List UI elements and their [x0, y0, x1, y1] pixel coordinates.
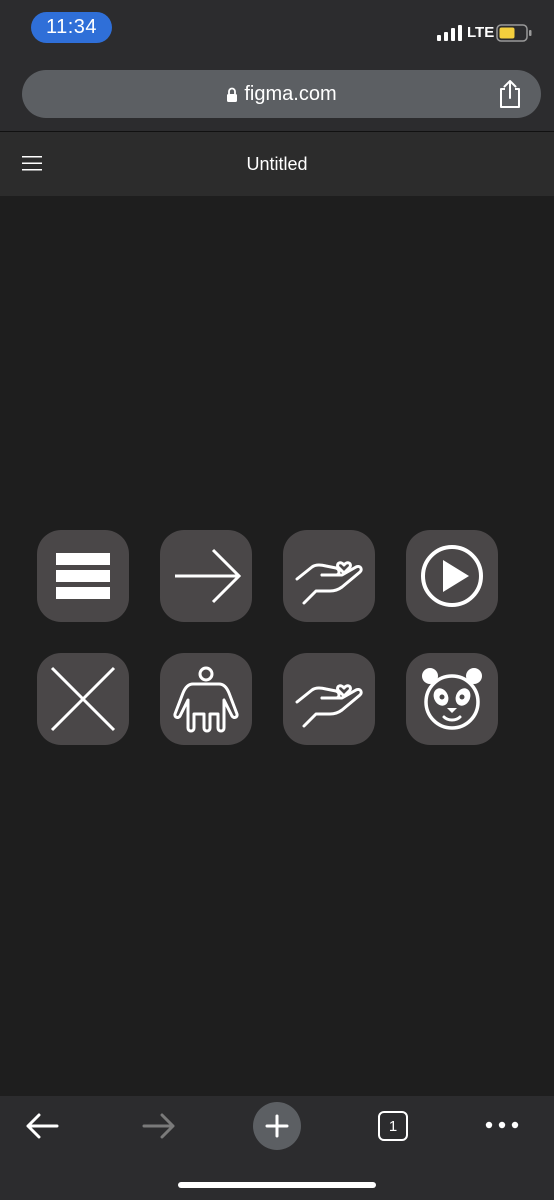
icon-tile-person[interactable]: [160, 653, 252, 745]
status-time[interactable]: 11:34: [31, 12, 112, 43]
document-title[interactable]: Untitled: [0, 132, 554, 196]
more-icon: [485, 1121, 519, 1129]
icon-tile-arrow-right[interactable]: [160, 530, 252, 622]
icon-tile-hand-heart-2[interactable]: [283, 653, 375, 745]
back-button[interactable]: [22, 1108, 62, 1144]
figma-header: Untitled: [0, 132, 554, 196]
new-tab-button[interactable]: [253, 1102, 301, 1150]
address-bar[interactable]: figma.com: [22, 70, 541, 118]
screen: 11:34 LTE figma.com Untitled 1: [0, 0, 554, 1200]
lock-icon: [227, 87, 238, 102]
more-button[interactable]: [484, 1114, 520, 1136]
tabs-icon: 1: [378, 1111, 408, 1141]
play-icon: [421, 545, 483, 607]
forward-arrow-icon: [142, 1113, 175, 1139]
share-icon[interactable]: [497, 79, 523, 109]
carrier-label: LTE: [467, 24, 495, 41]
close-x-icon: [50, 666, 116, 732]
new-tab-plus-icon: [265, 1114, 289, 1138]
browser-url-area: figma.com: [0, 62, 554, 132]
url-text: figma.com: [244, 82, 337, 105]
icon-tile-hand-heart[interactable]: [283, 530, 375, 622]
menu-bars-icon: [56, 553, 110, 599]
icon-tile-play[interactable]: [406, 530, 498, 622]
status-bar: 11:34 LTE: [0, 0, 554, 62]
panda-icon: [422, 668, 482, 730]
forward-button[interactable]: [139, 1108, 179, 1144]
person-icon: [173, 666, 239, 733]
address-display[interactable]: figma.com: [22, 70, 541, 118]
figma-canvas[interactable]: [0, 196, 554, 1096]
icon-tile-panda[interactable]: [406, 653, 498, 745]
home-indicator[interactable]: [178, 1182, 376, 1188]
hand-heart-icon: [295, 561, 363, 605]
tabs-button[interactable]: 1: [377, 1109, 409, 1143]
browser-toolbar: 1: [0, 1096, 554, 1200]
icon-tile-menu-bars[interactable]: [37, 530, 129, 622]
signal-icon: [437, 25, 462, 41]
icon-tile-close-x[interactable]: [37, 653, 129, 745]
hand-heart-icon: [295, 684, 363, 728]
battery-icon: [496, 24, 532, 42]
back-arrow-icon: [26, 1113, 59, 1139]
arrow-right-icon: [175, 548, 242, 604]
